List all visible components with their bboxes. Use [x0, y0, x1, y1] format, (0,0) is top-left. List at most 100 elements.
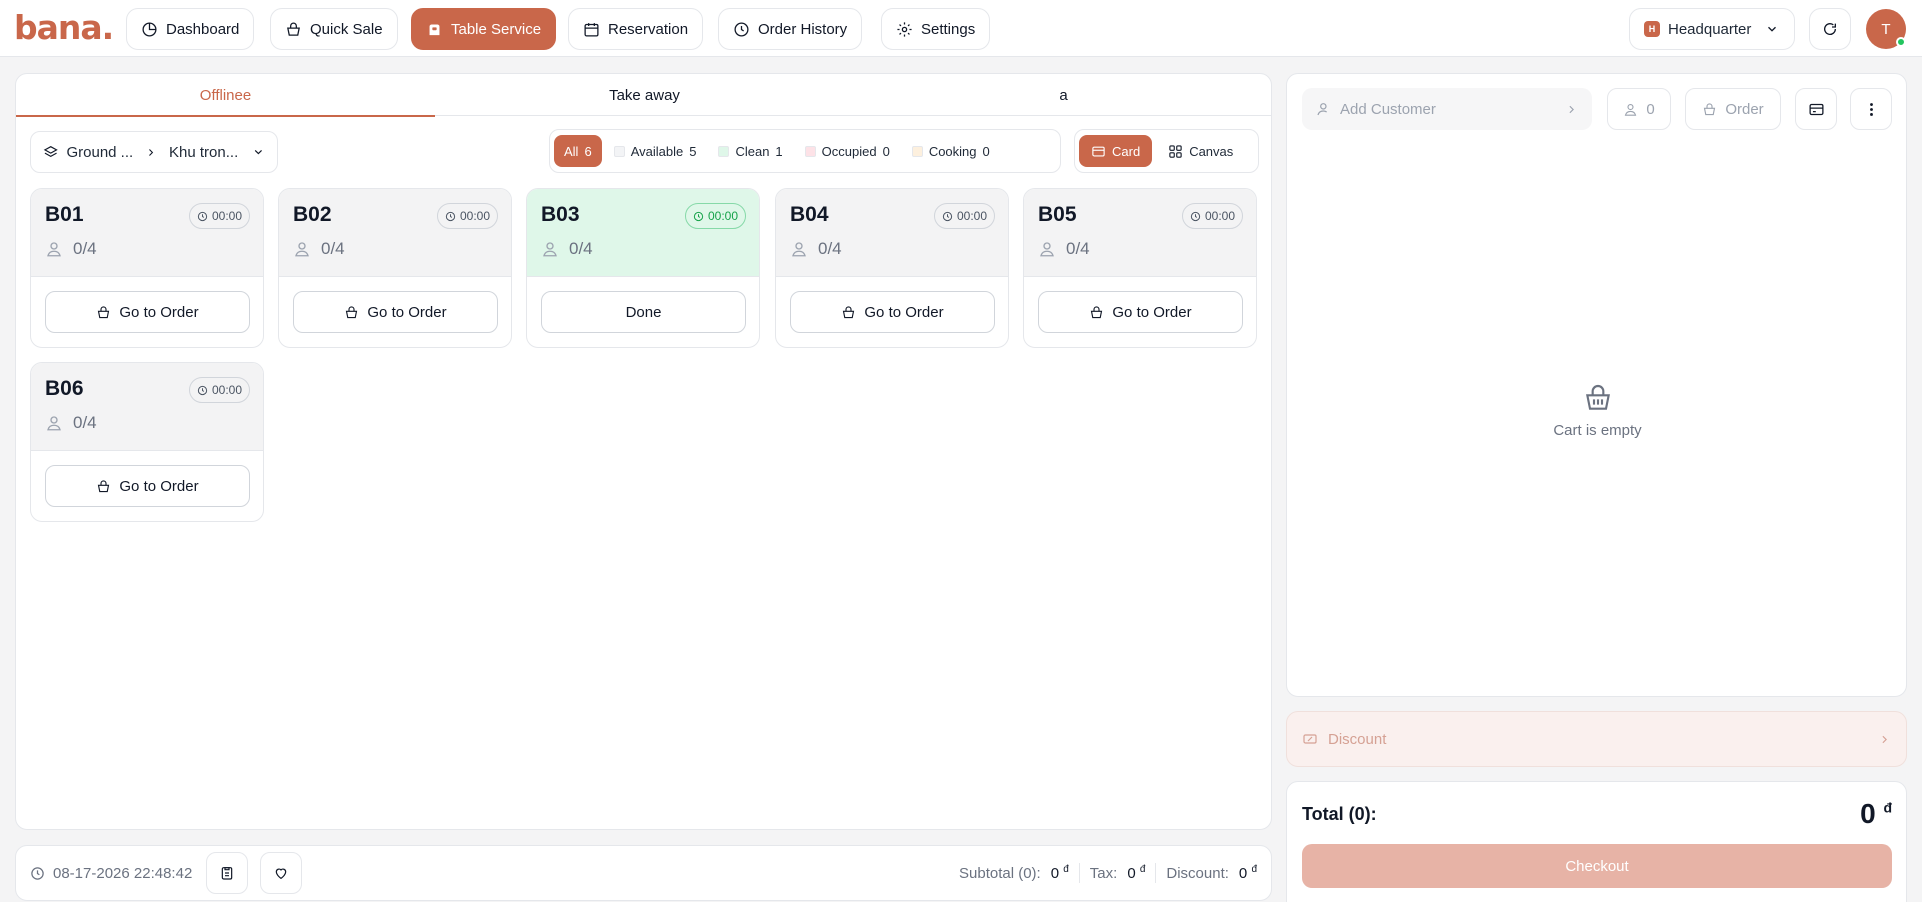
- table-seats: 0/4: [790, 239, 842, 259]
- status-swatch: [804, 145, 816, 157]
- top-bar: bana. Dashboard Quick Sale Table Service…: [0, 0, 1922, 57]
- action-label: Go to Order: [864, 303, 944, 321]
- payment-card-button[interactable]: [1795, 88, 1837, 130]
- favorite-button[interactable]: [260, 852, 303, 894]
- tab-a[interactable]: a: [854, 74, 1271, 116]
- filter-cooking[interactable]: Cooking 0: [902, 135, 1000, 167]
- table-seats: 0/4: [293, 239, 345, 259]
- filter-available[interactable]: Available 5: [604, 135, 707, 167]
- datetime-value: 08-17-2026 22:48:42: [53, 864, 193, 882]
- table-card-b06[interactable]: B06 00:00 0/4 Go to Order: [30, 362, 264, 522]
- nav-order-history[interactable]: Order History: [718, 8, 863, 50]
- canvas-view-button[interactable]: Canvas: [1156, 135, 1245, 167]
- nav-dashboard[interactable]: Dashboard: [126, 8, 255, 50]
- nav-label: Quick Sale: [310, 20, 383, 38]
- discount-label: Discount:: [1166, 864, 1229, 882]
- go-to-order-button[interactable]: Go to Order: [45, 291, 250, 333]
- tab-take-away[interactable]: Take away: [435, 74, 854, 116]
- guest-count-button[interactable]: 0: [1607, 88, 1671, 130]
- done-button[interactable]: Done: [541, 291, 746, 333]
- nav-reservation[interactable]: Reservation: [568, 8, 704, 50]
- checkout-button[interactable]: Checkout: [1302, 844, 1892, 888]
- card-view-button[interactable]: Card: [1079, 135, 1153, 167]
- refresh-button[interactable]: [1809, 8, 1851, 50]
- refresh-icon: [1824, 23, 1837, 35]
- person-icon: [792, 242, 806, 257]
- clock-icon: [197, 385, 208, 395]
- basket-icon: [346, 305, 358, 318]
- filter-label: Clean: [735, 143, 770, 159]
- table-card-header: B04 00:00 0/4: [776, 189, 1008, 277]
- table-seats: 0/4: [541, 239, 593, 259]
- subtotal-value: 0 đ: [1050, 864, 1069, 882]
- basket-icon: [1585, 385, 1610, 410]
- nav-label: Reservation: [608, 20, 689, 38]
- person-icon: [1040, 242, 1054, 257]
- tab-offlinee[interactable]: Offlinee: [16, 74, 435, 117]
- basket-icon: [287, 22, 300, 36]
- add-customer-button[interactable]: Add Customer: [1302, 88, 1592, 130]
- person-icon: [47, 242, 61, 257]
- status-filters: All 6 Available 5 Clean 1 Occupied 0 Coo…: [549, 129, 1061, 173]
- floor-selector[interactable]: Ground ... Khu tron...: [30, 131, 278, 173]
- basket-icon: [98, 479, 110, 492]
- status-footer: 08-17-2026 22:48:42 Subtotal (0): 0 đ Ta…: [15, 845, 1272, 901]
- cart-empty-state: Cart is empty: [1287, 382, 1908, 439]
- nav-quick-sale[interactable]: Quick Sale: [270, 8, 398, 50]
- seats-value: 0/4: [1066, 239, 1090, 258]
- filter-clean[interactable]: Clean 1: [708, 135, 792, 167]
- table-card-header: B01 00:00 0/4: [31, 189, 263, 277]
- action-label: Go to Order: [119, 303, 199, 321]
- clock-icon: [693, 211, 704, 221]
- seats-value: 0/4: [73, 239, 97, 258]
- discount-row[interactable]: Discount: [1286, 711, 1907, 767]
- seats-value: 0/4: [321, 239, 345, 258]
- table-card-b05[interactable]: B05 00:00 0/4 Go to Order: [1023, 188, 1257, 348]
- table-card-b04[interactable]: B04 00:00 0/4 Go to Order: [775, 188, 1009, 348]
- clipboard-button[interactable]: [206, 852, 249, 894]
- tax-label: Tax:: [1089, 864, 1118, 882]
- more-menu-button[interactable]: [1850, 88, 1892, 130]
- brand-logo[interactable]: bana.: [14, 10, 114, 46]
- tax-value: 0 đ: [1127, 864, 1146, 882]
- filter-count: 5: [689, 143, 697, 159]
- clock-icon: [445, 211, 456, 221]
- action-label: Done: [625, 303, 662, 321]
- go-to-order-button[interactable]: Go to Order: [1038, 291, 1243, 333]
- table-card-b03[interactable]: B03 00:00 0/4 Done: [526, 188, 760, 348]
- view-toggle: Card Canvas: [1074, 129, 1259, 173]
- clock-icon: [31, 866, 44, 880]
- status-swatch: [613, 145, 625, 157]
- nav-settings[interactable]: Settings: [881, 8, 991, 50]
- seats-value: 0/4: [569, 239, 593, 258]
- go-to-order-button[interactable]: Go to Order: [293, 291, 498, 333]
- table-seats: 0/4: [45, 413, 97, 433]
- order-button[interactable]: Order: [1685, 88, 1781, 130]
- discount-label: Discount: [1328, 730, 1387, 748]
- filter-occupied[interactable]: Occupied 0: [795, 135, 900, 167]
- seats-value: 0/4: [73, 413, 97, 432]
- status-swatch: [718, 145, 730, 157]
- branch-selector[interactable]: H Headquarter: [1629, 8, 1795, 50]
- table-card-b01[interactable]: B01 00:00 0/4 Go to Order: [30, 188, 264, 348]
- guest-count: 0: [1646, 100, 1655, 118]
- table-name: B03: [541, 203, 580, 226]
- table-timer: 00:00: [1181, 203, 1243, 229]
- nav-label: Dashboard: [166, 20, 240, 38]
- table-seats: 0/4: [45, 239, 97, 259]
- order-label: Order: [1725, 100, 1764, 118]
- clock-icon: [1190, 211, 1201, 221]
- go-to-order-button[interactable]: Go to Order: [790, 291, 995, 333]
- go-to-order-button[interactable]: Go to Order: [45, 465, 250, 507]
- divider: [1155, 863, 1157, 883]
- filter-count: 6: [584, 143, 592, 159]
- avatar[interactable]: T: [1866, 9, 1906, 49]
- card-icon: [1092, 146, 1105, 156]
- chevron-down-icon: [255, 149, 263, 155]
- table-card-b02[interactable]: B02 00:00 0/4 Go to Order: [278, 188, 512, 348]
- more-vertical-icon: [1869, 102, 1873, 116]
- filter-all[interactable]: All 6: [554, 135, 602, 167]
- timer-value: 00:00: [956, 209, 987, 223]
- nav-table-service[interactable]: Table Service: [411, 8, 557, 50]
- avatar-initial: T: [1881, 20, 1891, 38]
